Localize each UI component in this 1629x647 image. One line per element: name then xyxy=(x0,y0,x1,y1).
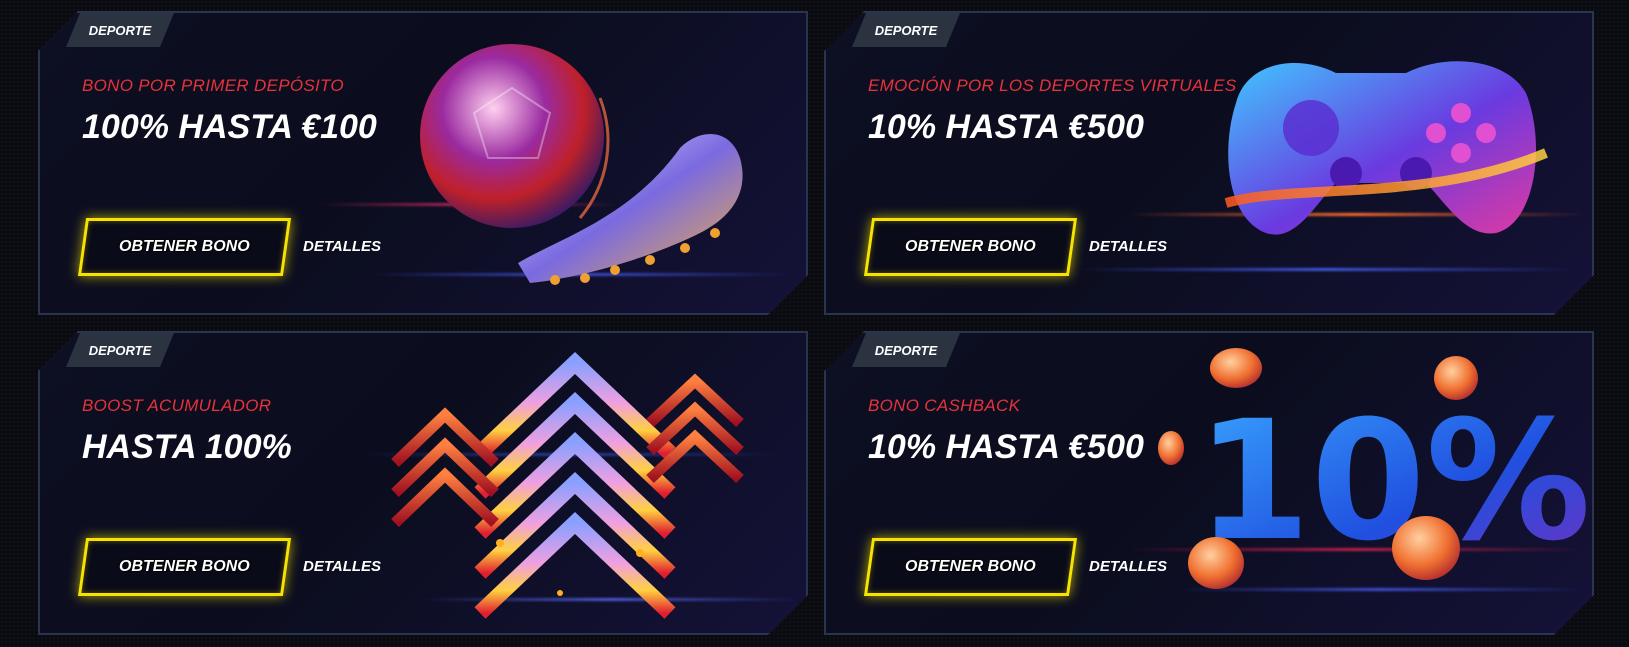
details-link[interactable]: DETALLES xyxy=(1089,558,1167,575)
get-bonus-button[interactable]: OBTENER BONO xyxy=(78,538,291,596)
promo-title: HASTA 100% xyxy=(82,428,292,466)
promo-subtitle: BONO CASHBACK xyxy=(868,396,1021,415)
category-badge: DEPORTE xyxy=(852,13,960,47)
cashback-10-percent-illustration: 10% xyxy=(1156,333,1586,633)
get-bonus-label: OBTENER BONO xyxy=(905,238,1036,255)
promo-subtitle: BONO POR PRIMER DEPÓSITO xyxy=(82,76,344,95)
get-bonus-button[interactable]: OBTENER BONO xyxy=(78,218,291,276)
promo-title: 10% HASTA €500 xyxy=(868,428,1144,466)
category-badge: DEPORTE xyxy=(66,13,174,47)
promo-card-cashback[interactable]: 10% DEPORTE BONO CASHBACK 10% HASTA €500… xyxy=(824,331,1594,635)
get-bonus-label: OBTENER BONO xyxy=(905,558,1036,575)
promo-subtitle: EMOCIÓN POR LOS DEPORTES VIRTUALES xyxy=(868,76,1237,95)
gamepad-illustration xyxy=(1206,33,1586,303)
promo-title: 10% HASTA €500 xyxy=(868,108,1144,146)
get-bonus-label: OBTENER BONO xyxy=(119,238,250,255)
promo-card-first-deposit[interactable]: DEPORTE BONO POR PRIMER DEPÓSITO 100% HA… xyxy=(38,11,808,315)
details-link[interactable]: DETALLES xyxy=(1089,238,1167,255)
promo-card-virtual-sports[interactable]: DEPORTE EMOCIÓN POR LOS DEPORTES VIRTUAL… xyxy=(824,11,1594,315)
promo-title: 100% HASTA €100 xyxy=(82,108,377,146)
get-bonus-label: OBTENER BONO xyxy=(119,558,250,575)
boost-arrows-illustration xyxy=(380,343,800,633)
promo-card-accumulator-boost[interactable]: DEPORTE BOOST ACUMULADOR HASTA 100% OBTE… xyxy=(38,331,808,635)
details-link[interactable]: DETALLES xyxy=(303,558,381,575)
get-bonus-button[interactable]: OBTENER BONO xyxy=(864,218,1077,276)
details-link[interactable]: DETALLES xyxy=(303,238,381,255)
football-and-boot-illustration xyxy=(410,28,800,308)
ten-percent-art-text: 10% xyxy=(1196,385,1586,577)
promo-subtitle: BOOST ACUMULADOR xyxy=(82,396,272,415)
category-badge: DEPORTE xyxy=(852,333,960,367)
get-bonus-button[interactable]: OBTENER BONO xyxy=(864,538,1077,596)
category-badge: DEPORTE xyxy=(66,333,174,367)
